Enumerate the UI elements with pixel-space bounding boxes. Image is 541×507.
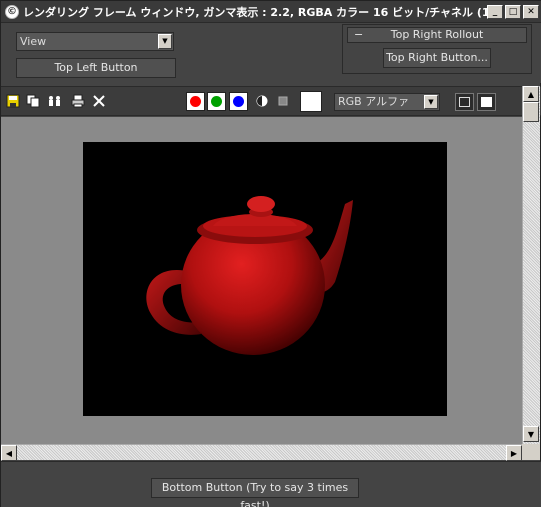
top-right-rollout: − Top Right Rollout Top Right Button... <box>342 24 532 74</box>
horizontal-scrollbar[interactable]: ◀ ▶ <box>1 444 522 461</box>
red-channel-button[interactable] <box>186 92 205 111</box>
copy-icon[interactable] <box>26 94 40 108</box>
channel-dropdown[interactable]: RGB アルファ ▼ <box>334 93 440 111</box>
app-icon[interactable]: © <box>5 4 19 19</box>
scrollbar-corner <box>522 444 540 460</box>
top-right-button[interactable]: Top Right Button... <box>383 48 491 68</box>
view-dropdown[interactable]: View ▼ <box>16 32 174 51</box>
teapot-render <box>146 196 353 355</box>
red-dot-icon <box>190 96 201 107</box>
render-viewport[interactable] <box>1 117 522 444</box>
scroll-right-icon[interactable]: ▶ <box>506 445 522 461</box>
vertical-scrollbar[interactable]: ▲ ▼ <box>522 86 540 444</box>
window-title: レンダリング フレーム ウィンドウ, ガンマ表示 : 2.2, RGBA カラー… <box>23 5 487 19</box>
close-button[interactable]: ✕ <box>523 4 539 19</box>
render-toolbar: RGB アルファ ▼ <box>1 86 541 116</box>
window-fill-icon <box>481 97 492 107</box>
display-window-button[interactable] <box>455 93 474 111</box>
scroll-left-icon[interactable]: ◀ <box>1 445 17 461</box>
vertical-scroll-thumb[interactable] <box>523 102 539 122</box>
view-dropdown-value: View <box>20 35 47 48</box>
clear-icon[interactable] <box>92 94 106 108</box>
scroll-up-icon[interactable]: ▲ <box>523 86 539 102</box>
rendered-image <box>83 142 447 416</box>
bottom-button[interactable]: Bottom Button (Try to say 3 times fast!) <box>151 478 359 507</box>
minimize-button[interactable]: _ <box>487 4 503 19</box>
channel-dropdown-value: RGB アルファ <box>338 95 410 108</box>
alpha-toggle-icon[interactable] <box>276 94 290 108</box>
bottom-panel: Bottom Button (Try to say 3 times fast!) <box>1 461 541 507</box>
print-icon[interactable] <box>71 94 85 108</box>
save-icon[interactable] <box>6 94 20 108</box>
green-dot-icon <box>211 96 222 107</box>
display-fill-button[interactable] <box>477 93 496 111</box>
color-swatch[interactable] <box>300 91 322 112</box>
window-outline-icon <box>459 97 470 107</box>
green-channel-button[interactable] <box>207 92 226 111</box>
chevron-down-icon[interactable]: ▼ <box>158 34 172 49</box>
top-left-button[interactable]: Top Left Button <box>16 58 176 78</box>
title-bar[interactable]: © レンダリング フレーム ウィンドウ, ガンマ表示 : 2.2, RGBA カ… <box>1 1 541 23</box>
scroll-down-icon[interactable]: ▼ <box>523 426 539 442</box>
monochrome-icon[interactable] <box>255 94 269 108</box>
render-frame-window: © レンダリング フレーム ウィンドウ, ガンマ表示 : 2.2, RGBA カ… <box>0 0 541 507</box>
chevron-down-icon[interactable]: ▼ <box>424 95 438 109</box>
top-panel: View ▼ Top Left Button − Top Right Rollo… <box>1 23 541 83</box>
maximize-button[interactable]: □ <box>505 4 521 19</box>
rollout-title: Top Right Rollout <box>390 28 484 41</box>
blue-dot-icon <box>233 96 244 107</box>
clone-icon[interactable] <box>47 94 61 108</box>
rollout-header[interactable]: − Top Right Rollout <box>347 27 527 43</box>
blue-channel-button[interactable] <box>229 92 248 111</box>
